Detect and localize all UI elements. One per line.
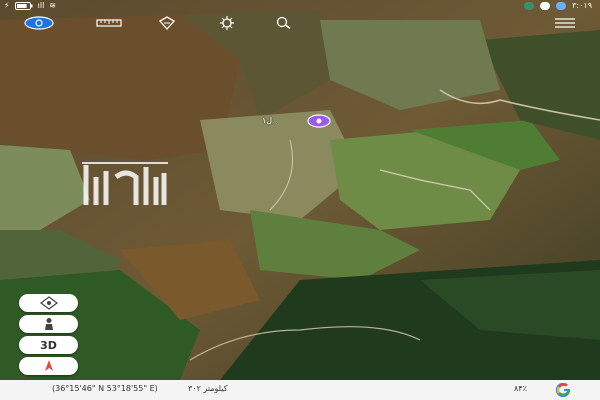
layers-button[interactable]	[154, 14, 180, 32]
settings-icon	[220, 16, 234, 30]
status-bar: ⚡ ıll ≋ ۳:۰۱۹	[0, 0, 600, 12]
search-icon	[276, 16, 291, 30]
compass-orientation-button[interactable]	[19, 357, 78, 375]
3d-toggle-button[interactable]: 3D	[19, 336, 78, 354]
bottom-info-bar: (36°15'46" N 53°18'55" E) کیلومتر ۳۰۲ ۸۴…	[0, 380, 600, 400]
place-label: ل‌۱.	[262, 116, 275, 125]
status-time: ۳:۰۱۹	[572, 1, 592, 10]
notification-icon-2	[556, 1, 567, 10]
top-toolbar	[0, 12, 600, 34]
person-icon	[44, 318, 53, 330]
search-button[interactable]	[272, 14, 296, 32]
menu-icon	[555, 18, 575, 28]
signal-icon: ıll	[37, 1, 45, 10]
watermark-logo	[82, 162, 168, 205]
battery-icon	[14, 1, 33, 10]
notification-dot-icon	[524, 1, 535, 10]
ruler-button[interactable]	[94, 14, 124, 32]
3d-label: 3D	[40, 338, 57, 352]
coordinates-readout: (36°15'46" N 53°18'55" E)	[52, 384, 158, 393]
compass-icon	[24, 16, 54, 30]
location-marker[interactable]	[307, 114, 331, 128]
ruler-icon	[96, 19, 122, 27]
location-target-icon	[39, 296, 58, 310]
altitude-readout: کیلومتر ۳۰۲	[188, 384, 228, 393]
menu-button[interactable]	[552, 14, 578, 32]
street-view-button[interactable]	[19, 315, 78, 333]
compass-button[interactable]	[22, 14, 56, 32]
location-target-button[interactable]	[19, 294, 78, 312]
zoom-readout: ۸۴٪	[514, 384, 527, 393]
google-logo-icon	[556, 383, 571, 397]
wifi-icon: ≋	[49, 1, 56, 10]
settings-button[interactable]	[214, 14, 240, 32]
notification-icon	[540, 1, 551, 10]
compass-arrow-icon	[44, 360, 53, 371]
charging-icon: ⚡	[4, 1, 10, 10]
layers-icon	[158, 16, 176, 30]
